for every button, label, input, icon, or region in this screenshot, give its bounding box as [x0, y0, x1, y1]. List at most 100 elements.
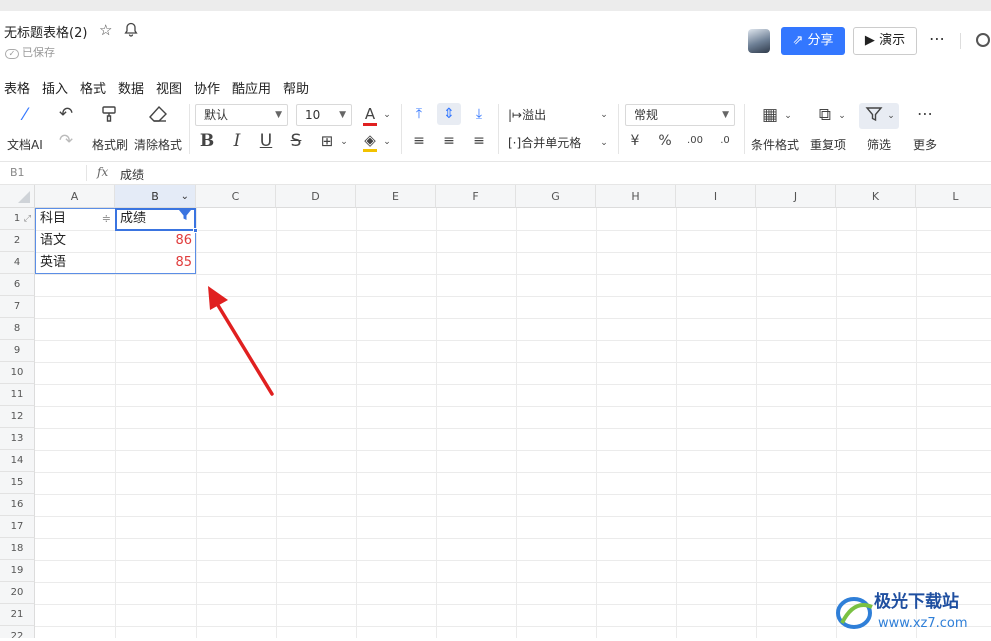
row-header[interactable]: 6: [0, 274, 35, 296]
duplicate-icon[interactable]: ⧉: [814, 105, 836, 125]
bell-icon[interactable]: [124, 22, 138, 41]
decrease-decimal-icon[interactable]: .00: [684, 131, 706, 151]
row-header[interactable]: 10: [0, 362, 35, 384]
row-header[interactable]: 18: [0, 538, 35, 560]
filter-label[interactable]: 筛选: [867, 136, 891, 153]
formula-input[interactable]: 成绩: [120, 166, 144, 183]
row-header[interactable]: 13: [0, 428, 35, 450]
number-format-select[interactable]: 常规 ▼: [625, 104, 735, 126]
share-button[interactable]: ⇗ 分享: [781, 27, 845, 55]
select-all-corner[interactable]: [0, 185, 35, 208]
undo-icon[interactable]: ↶: [56, 104, 76, 124]
filter-icon[interactable]: [863, 105, 885, 128]
more-label[interactable]: 更多: [913, 136, 937, 153]
column-header[interactable]: F: [436, 185, 516, 208]
avatar[interactable]: [748, 29, 770, 53]
cell-reference[interactable]: B1: [10, 166, 25, 179]
menu-view[interactable]: 视图: [156, 78, 182, 97]
row-header[interactable]: 7: [0, 296, 35, 318]
present-button[interactable]: ▶ 演示: [853, 27, 917, 55]
row-header[interactable]: 14: [0, 450, 35, 472]
align-middle-icon[interactable]: ⇕: [440, 104, 458, 124]
increase-decimal-icon[interactable]: .0: [714, 131, 736, 151]
column-header[interactable]: C: [196, 185, 276, 208]
column-header[interactable]: E: [356, 185, 436, 208]
clear-format-label[interactable]: 清除格式: [134, 136, 182, 153]
row-header[interactable]: 20: [0, 582, 35, 604]
strikethrough-icon[interactable]: S: [287, 131, 305, 151]
row-header[interactable]: 4: [0, 252, 35, 274]
align-left-icon[interactable]: ≡: [410, 131, 428, 151]
ai-label[interactable]: 文档AI: [7, 136, 43, 153]
chevron-down-icon[interactable]: ⌄: [597, 133, 611, 153]
underline-icon[interactable]: U: [257, 131, 275, 151]
align-right-icon[interactable]: ≡: [470, 131, 488, 151]
menu-data[interactable]: 数据: [118, 78, 144, 97]
chevron-down-icon[interactable]: ⌄: [885, 106, 897, 126]
expand-icon[interactable]: ⤢: [24, 208, 31, 230]
column-header[interactable]: A: [35, 185, 115, 208]
row-header[interactable]: 12: [0, 406, 35, 428]
row-header[interactable]: 17: [0, 516, 35, 538]
row-header[interactable]: 11: [0, 384, 35, 406]
align-bottom-icon[interactable]: ⤓: [470, 104, 488, 124]
percent-icon[interactable]: %: [656, 131, 674, 151]
chevron-down-icon[interactable]: ⌄: [782, 106, 794, 126]
conditional-format-icon[interactable]: ▦: [759, 105, 781, 125]
column-header[interactable]: L: [916, 185, 991, 208]
duplicate-label[interactable]: 重复项: [810, 136, 846, 153]
menu-help[interactable]: 帮助: [283, 78, 309, 97]
table-cell[interactable]: 86: [116, 230, 196, 252]
font-color-icon[interactable]: A: [360, 104, 380, 126]
row-header[interactable]: 16: [0, 494, 35, 516]
menu-collab[interactable]: 协作: [194, 78, 220, 97]
table-cell[interactable]: 语文: [36, 230, 115, 252]
chevron-down-icon[interactable]: ⌄: [597, 105, 611, 125]
row-header[interactable]: 21: [0, 604, 35, 626]
menu-format[interactable]: 格式: [80, 78, 106, 97]
doc-title[interactable]: 无标题表格(2): [4, 22, 87, 41]
star-icon[interactable]: ☆: [99, 21, 112, 39]
filter-active-icon[interactable]: [178, 208, 192, 230]
menu-apps[interactable]: 酷应用: [232, 78, 271, 97]
column-header[interactable]: D: [276, 185, 356, 208]
ai-wand-icon[interactable]: ⁄: [14, 105, 36, 125]
conditional-format-label[interactable]: 条件格式: [751, 136, 799, 153]
spreadsheet-grid[interactable]: A B ⌄ C D E F G H I J K L 1 ⤢ 2 4 6 7 8 9 …: [0, 185, 991, 638]
border-icon[interactable]: ⊞: [317, 131, 337, 151]
filter-menu-icon[interactable]: ≑: [102, 208, 111, 230]
table-cell[interactable]: 85: [116, 252, 196, 274]
chevron-down-icon[interactable]: ⌄: [338, 132, 350, 152]
align-center-icon[interactable]: ≡: [440, 131, 458, 151]
column-header[interactable]: K: [836, 185, 916, 208]
column-header[interactable]: J: [756, 185, 836, 208]
chevron-down-icon[interactable]: ⌄: [381, 105, 393, 125]
menu-table[interactable]: 表格: [4, 78, 30, 97]
overflow-button[interactable]: |↦溢出: [508, 106, 546, 123]
merge-cells-button[interactable]: [·]合并单元格: [508, 134, 581, 151]
row-header[interactable]: 15: [0, 472, 35, 494]
format-painter-label[interactable]: 格式刷: [92, 136, 128, 153]
font-size-select[interactable]: 10 ▼: [296, 104, 352, 126]
italic-icon[interactable]: I: [228, 131, 246, 151]
font-name-select[interactable]: 默认 ▼: [195, 104, 288, 126]
align-top-icon[interactable]: ⤒: [410, 104, 428, 124]
column-header[interactable]: I: [676, 185, 756, 208]
format-painter-icon[interactable]: [98, 105, 120, 128]
table-header-cell[interactable]: 科目 ≑: [36, 208, 115, 230]
column-header[interactable]: H: [596, 185, 676, 208]
row-header[interactable]: 9: [0, 340, 35, 362]
row-header[interactable]: 22: [0, 626, 35, 638]
search-icon[interactable]: [976, 33, 990, 47]
redo-icon[interactable]: ↷: [56, 131, 76, 151]
fill-color-icon[interactable]: ◈: [360, 130, 380, 152]
bold-icon[interactable]: B: [198, 131, 216, 151]
menu-insert[interactable]: 插入: [42, 78, 68, 97]
chevron-down-icon[interactable]: ⌄: [181, 185, 189, 208]
chevron-down-icon[interactable]: ⌄: [381, 132, 393, 152]
more-icon[interactable]: ⋯: [929, 29, 945, 48]
table-header-cell[interactable]: 成绩: [116, 208, 196, 230]
row-header[interactable]: 19: [0, 560, 35, 582]
row-header[interactable]: 1 ⤢: [0, 208, 35, 230]
row-header[interactable]: 8: [0, 318, 35, 340]
